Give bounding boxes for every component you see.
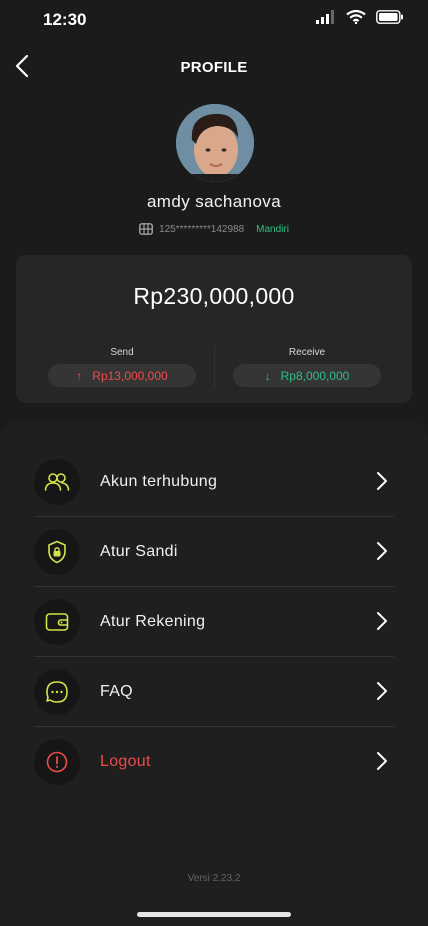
card-chip-icon [139, 223, 153, 235]
menu-label-akun-terhubung: Akun terhubung [100, 472, 218, 490]
logout-button[interactable]: Logout [34, 727, 394, 797]
chat-bubble-icon [34, 668, 80, 715]
header: PROFILE [0, 50, 428, 86]
send-pill[interactable]: ↑ Rp13,000,000 [48, 364, 196, 387]
chevron-right-icon [377, 612, 387, 630]
account-number: 125*********142988 [159, 223, 245, 235]
menu-label-faq: FAQ [100, 682, 133, 700]
bank-name: Mandiri [256, 223, 289, 235]
arrow-down-icon: ↓ [264, 368, 271, 383]
chevron-right-icon [377, 542, 387, 560]
menu-label-atur-rekening: Atur Rekening [100, 612, 206, 630]
chevron-right-icon [377, 472, 387, 490]
menu-label-atur-sandi: Atur Sandi [100, 542, 178, 560]
page-title: PROFILE [180, 59, 248, 76]
menu-item-atur-sandi[interactable]: Atur Sandi [34, 517, 394, 587]
chevron-right-icon [377, 682, 387, 700]
balance-amount: Rp230,000,000 [133, 283, 295, 309]
send-value: Rp13,000,000 [92, 368, 168, 383]
wallet-icon [34, 598, 80, 645]
menu-label-logout: Logout [100, 753, 151, 770]
user-name: amdy sachanova [146, 192, 282, 211]
send-summary: Send ↑ Rp13,000,000 [48, 347, 196, 387]
signal-icon [316, 10, 334, 24]
receive-value: Rp8,000,000 [280, 368, 350, 383]
status-icons [316, 10, 404, 24]
home-indicator[interactable] [137, 912, 291, 917]
avatar[interactable] [176, 104, 254, 182]
menu-item-faq[interactable]: FAQ [34, 657, 394, 727]
card-divider [214, 345, 215, 389]
receive-pill[interactable]: ↓ Rp8,000,000 [233, 364, 381, 387]
battery-icon [376, 10, 403, 24]
send-label: Send [110, 347, 134, 358]
alert-circle-icon [34, 739, 80, 785]
app-version: Versi 2.23.2 [187, 873, 241, 884]
account-info: 125*********142988 Mandiri [0, 223, 428, 235]
users-icon [34, 458, 80, 505]
shield-lock-icon [34, 528, 80, 575]
balance-card: Rp230,000,000 Send ↑ Rp13,000,000 Receiv… [16, 255, 412, 403]
status-bar: 12:30 [0, 0, 428, 40]
receive-label: Receive [288, 347, 326, 358]
menu-panel: Akun terhubung Atur Sandi Atur Rekening … [0, 421, 428, 926]
menu-item-akun-terhubung[interactable]: Akun terhubung [34, 447, 394, 517]
wifi-icon [346, 10, 366, 24]
menu-list: Akun terhubung Atur Sandi Atur Rekening … [34, 447, 394, 797]
receive-summary: Receive ↓ Rp8,000,000 [233, 347, 381, 387]
chevron-right-icon [377, 752, 387, 770]
avatar-image [176, 104, 254, 182]
arrow-up-icon: ↑ [76, 368, 83, 383]
menu-item-atur-rekening[interactable]: Atur Rekening [34, 587, 394, 657]
status-time: 12:30 [43, 10, 87, 29]
